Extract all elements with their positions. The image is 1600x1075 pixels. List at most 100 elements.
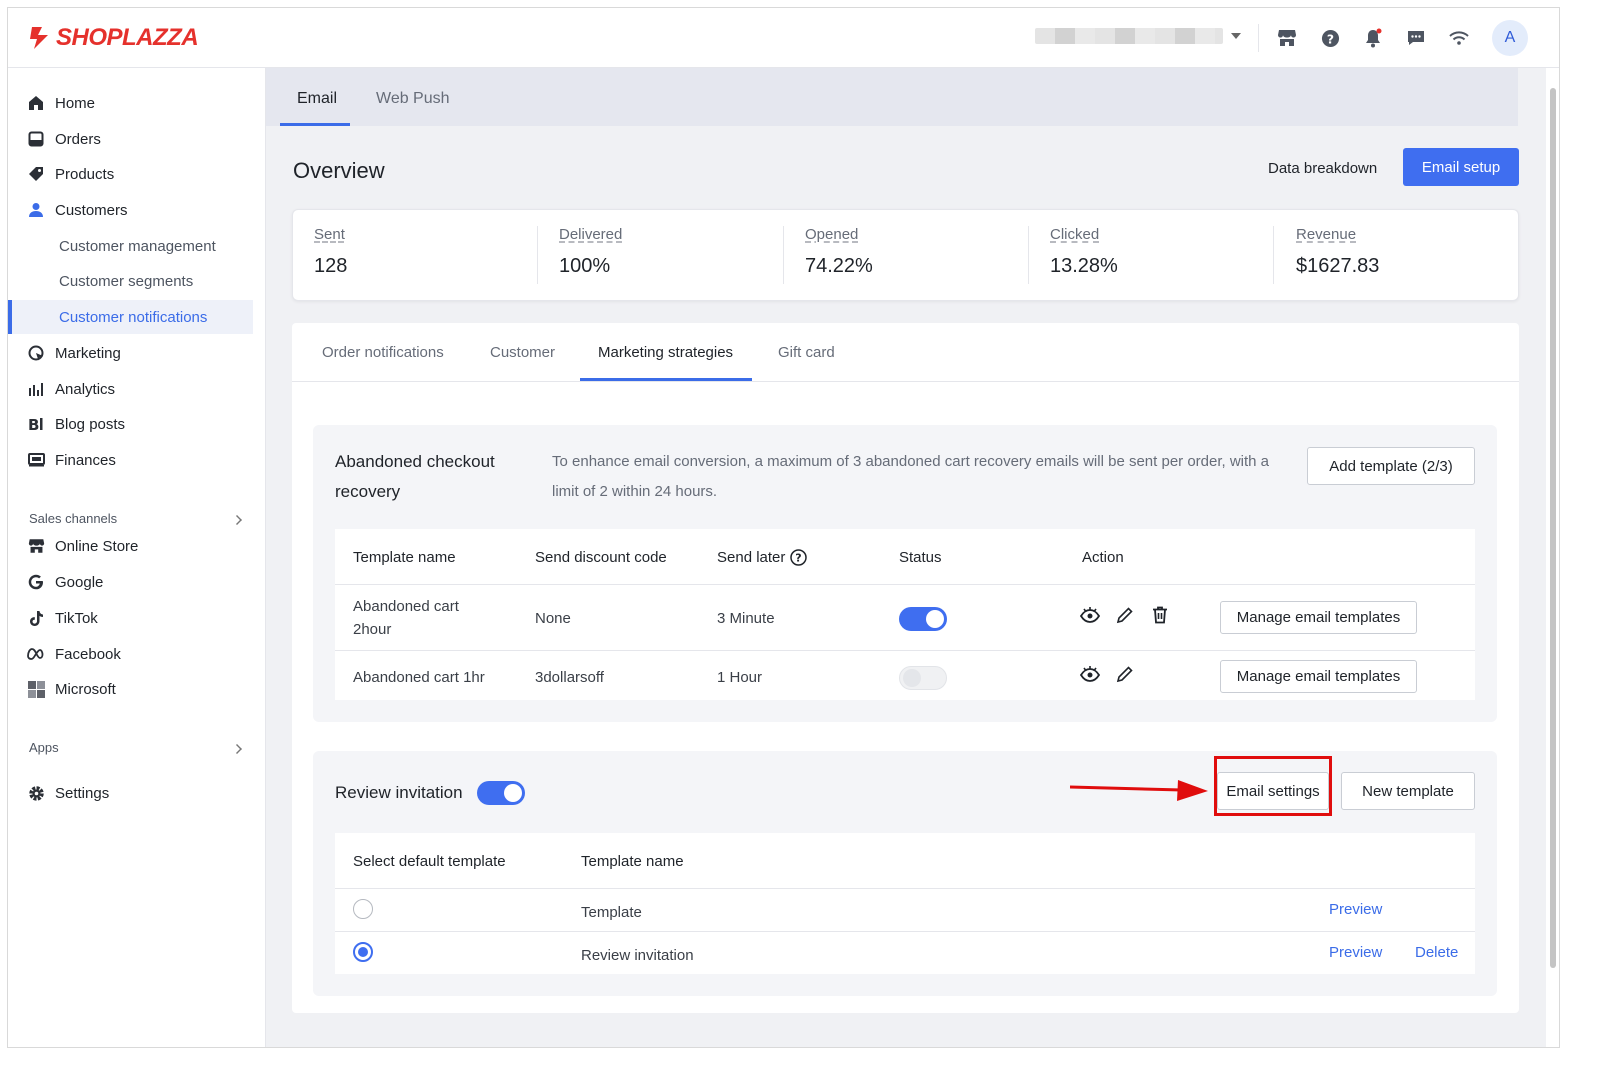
manage-email-templates-button[interactable]: Manage email templates (1220, 660, 1417, 693)
column-header: Select default template (353, 853, 506, 870)
sidebar-item-facebook[interactable]: Facebook (8, 637, 254, 671)
preview-eye-icon[interactable] (1080, 605, 1100, 625)
column-header: Template name (353, 549, 456, 566)
delete-link[interactable]: Delete (1415, 944, 1458, 961)
wifi-icon[interactable] (1447, 26, 1471, 50)
stat-label[interactable]: Clicked (1050, 226, 1118, 243)
sidebar-item-online-store[interactable]: Online Store (8, 529, 254, 563)
preview-eye-icon[interactable] (1080, 664, 1100, 684)
email-setup-button[interactable]: Email setup (1403, 148, 1519, 186)
template-name: Template (581, 904, 642, 921)
scrollbar-thumb[interactable] (1550, 88, 1556, 968)
stat-label[interactable]: Opened (805, 226, 873, 243)
tab-customer[interactable]: Customer (490, 344, 555, 361)
store-icon[interactable] (1275, 26, 1299, 50)
edit-pencil-icon[interactable] (1115, 664, 1135, 684)
sidebar-item-home[interactable]: Home (8, 86, 254, 120)
template-name: Review invitation (581, 947, 694, 964)
sidebar-item-label: Analytics (55, 380, 116, 398)
column-header: Send later (717, 549, 786, 566)
tab-email[interactable]: Email (297, 90, 337, 108)
stat-opened: Opened 74.22% (805, 226, 873, 286)
sales-channels-heading[interactable]: Sales channels (29, 511, 117, 526)
manage-email-templates-button[interactable]: Manage email templates (1220, 601, 1417, 634)
sidebar-item-finances[interactable]: Finances (8, 443, 254, 477)
stat-label[interactable]: Sent (314, 226, 347, 243)
divider (783, 226, 784, 284)
divider (1028, 226, 1029, 284)
page-title: Overview (293, 158, 385, 183)
shoplazza-logo[interactable]: SHOPLAZZA (28, 24, 199, 52)
sidebar-item-label: Finances (55, 451, 116, 469)
stat-sent: Sent 128 (314, 226, 347, 286)
main-content: Email Web Push Overview Data breakdown E… (266, 68, 1546, 1047)
divider (537, 226, 538, 284)
chevron-right-icon[interactable] (232, 744, 242, 754)
review-invitation-toggle[interactable] (477, 781, 525, 805)
sidebar-item-products[interactable]: Products (8, 157, 254, 191)
chevron-right-icon[interactable] (232, 515, 242, 525)
stat-label[interactable]: Delivered (559, 226, 622, 243)
brand-name: SHOPLAZZA (56, 24, 199, 51)
divider (335, 888, 1475, 889)
tab-gift-card[interactable]: Gift card (778, 344, 835, 361)
status-toggle[interactable] (899, 607, 947, 631)
store-name-redacted (1035, 28, 1223, 44)
tab-marketing-strategies[interactable]: Marketing strategies (598, 344, 733, 361)
active-tab-indicator (580, 378, 752, 381)
section-description: To enhance email conversion, a maximum o… (552, 453, 1270, 500)
new-template-button[interactable]: New template (1341, 772, 1475, 810)
sidebar-item-label: Products (55, 165, 115, 183)
sidebar-subitem-customer-management[interactable]: Customer management (59, 238, 216, 255)
sidebar-item-label: Home (55, 94, 96, 112)
avatar[interactable]: A (1492, 20, 1528, 56)
channel-tabs: Email Web Push (266, 68, 1518, 126)
help-icon[interactable]: ? (1318, 26, 1342, 50)
column-header: Status (899, 549, 942, 566)
sidebar-item-label: Settings (55, 784, 110, 802)
stat-value: 100% (559, 255, 611, 277)
scrollbar[interactable] (1546, 68, 1559, 1047)
sidebar-subitem-customer-segments[interactable]: Customer segments (59, 273, 193, 290)
divider (335, 650, 1475, 651)
sidebar-item-google[interactable]: Google (8, 565, 254, 599)
section-title: Abandoned checkout recovery (335, 447, 495, 507)
sidebar-item-analytics[interactable]: Analytics (8, 372, 254, 406)
stat-label[interactable]: Revenue (1296, 226, 1379, 243)
default-template-radio[interactable] (353, 942, 373, 962)
preview-link[interactable]: Preview (1329, 944, 1382, 961)
finances-icon (27, 451, 45, 469)
microsoft-icon (27, 680, 45, 698)
stat-delivered: Delivered 100% (559, 226, 622, 286)
preview-link[interactable]: Preview (1329, 901, 1382, 918)
section-title-line: Abandoned checkout (335, 452, 495, 471)
abandoned-templates-table: Template name Send discount code Send la… (335, 529, 1475, 700)
sidebar-item-tiktok[interactable]: TikTok (8, 601, 254, 635)
sidebar-item-customers[interactable]: Customers (8, 193, 254, 227)
apps-heading[interactable]: Apps (29, 740, 59, 755)
delete-trash-icon[interactable] (1150, 605, 1170, 625)
template-name: Abandoned cart 1hr (353, 669, 485, 686)
sidebar-item-settings[interactable]: Settings (8, 776, 254, 810)
sidebar-item-label: Google (55, 573, 104, 591)
column-header-send-later: Send later ? (717, 549, 808, 566)
help-circle-icon[interactable]: ? (790, 549, 808, 566)
chat-icon[interactable] (1404, 26, 1428, 50)
sidebar-item-label: Facebook (55, 645, 121, 663)
sidebar-item-blog-posts[interactable]: B Blog posts (8, 407, 254, 441)
sidebar-item-microsoft[interactable]: Microsoft (8, 672, 254, 706)
edit-pencil-icon[interactable] (1115, 605, 1135, 625)
sidebar-subitem-customer-notifications[interactable]: Customer notifications (8, 300, 253, 334)
tab-web-push[interactable]: Web Push (376, 90, 450, 108)
sidebar-item-orders[interactable]: Orders (8, 122, 254, 156)
sidebar-item-marketing[interactable]: Marketing (8, 336, 254, 370)
data-breakdown-link[interactable]: Data breakdown (1268, 160, 1377, 177)
tab-order-notifications[interactable]: Order notifications (322, 344, 444, 361)
blog-icon: B (27, 415, 45, 433)
bell-icon[interactable] (1361, 26, 1385, 50)
store-selector[interactable] (1035, 28, 1241, 44)
status-toggle[interactable] (899, 666, 947, 690)
meta-icon (27, 645, 45, 663)
add-template-button[interactable]: Add template (2/3) (1307, 447, 1475, 485)
default-template-radio[interactable] (353, 899, 373, 919)
